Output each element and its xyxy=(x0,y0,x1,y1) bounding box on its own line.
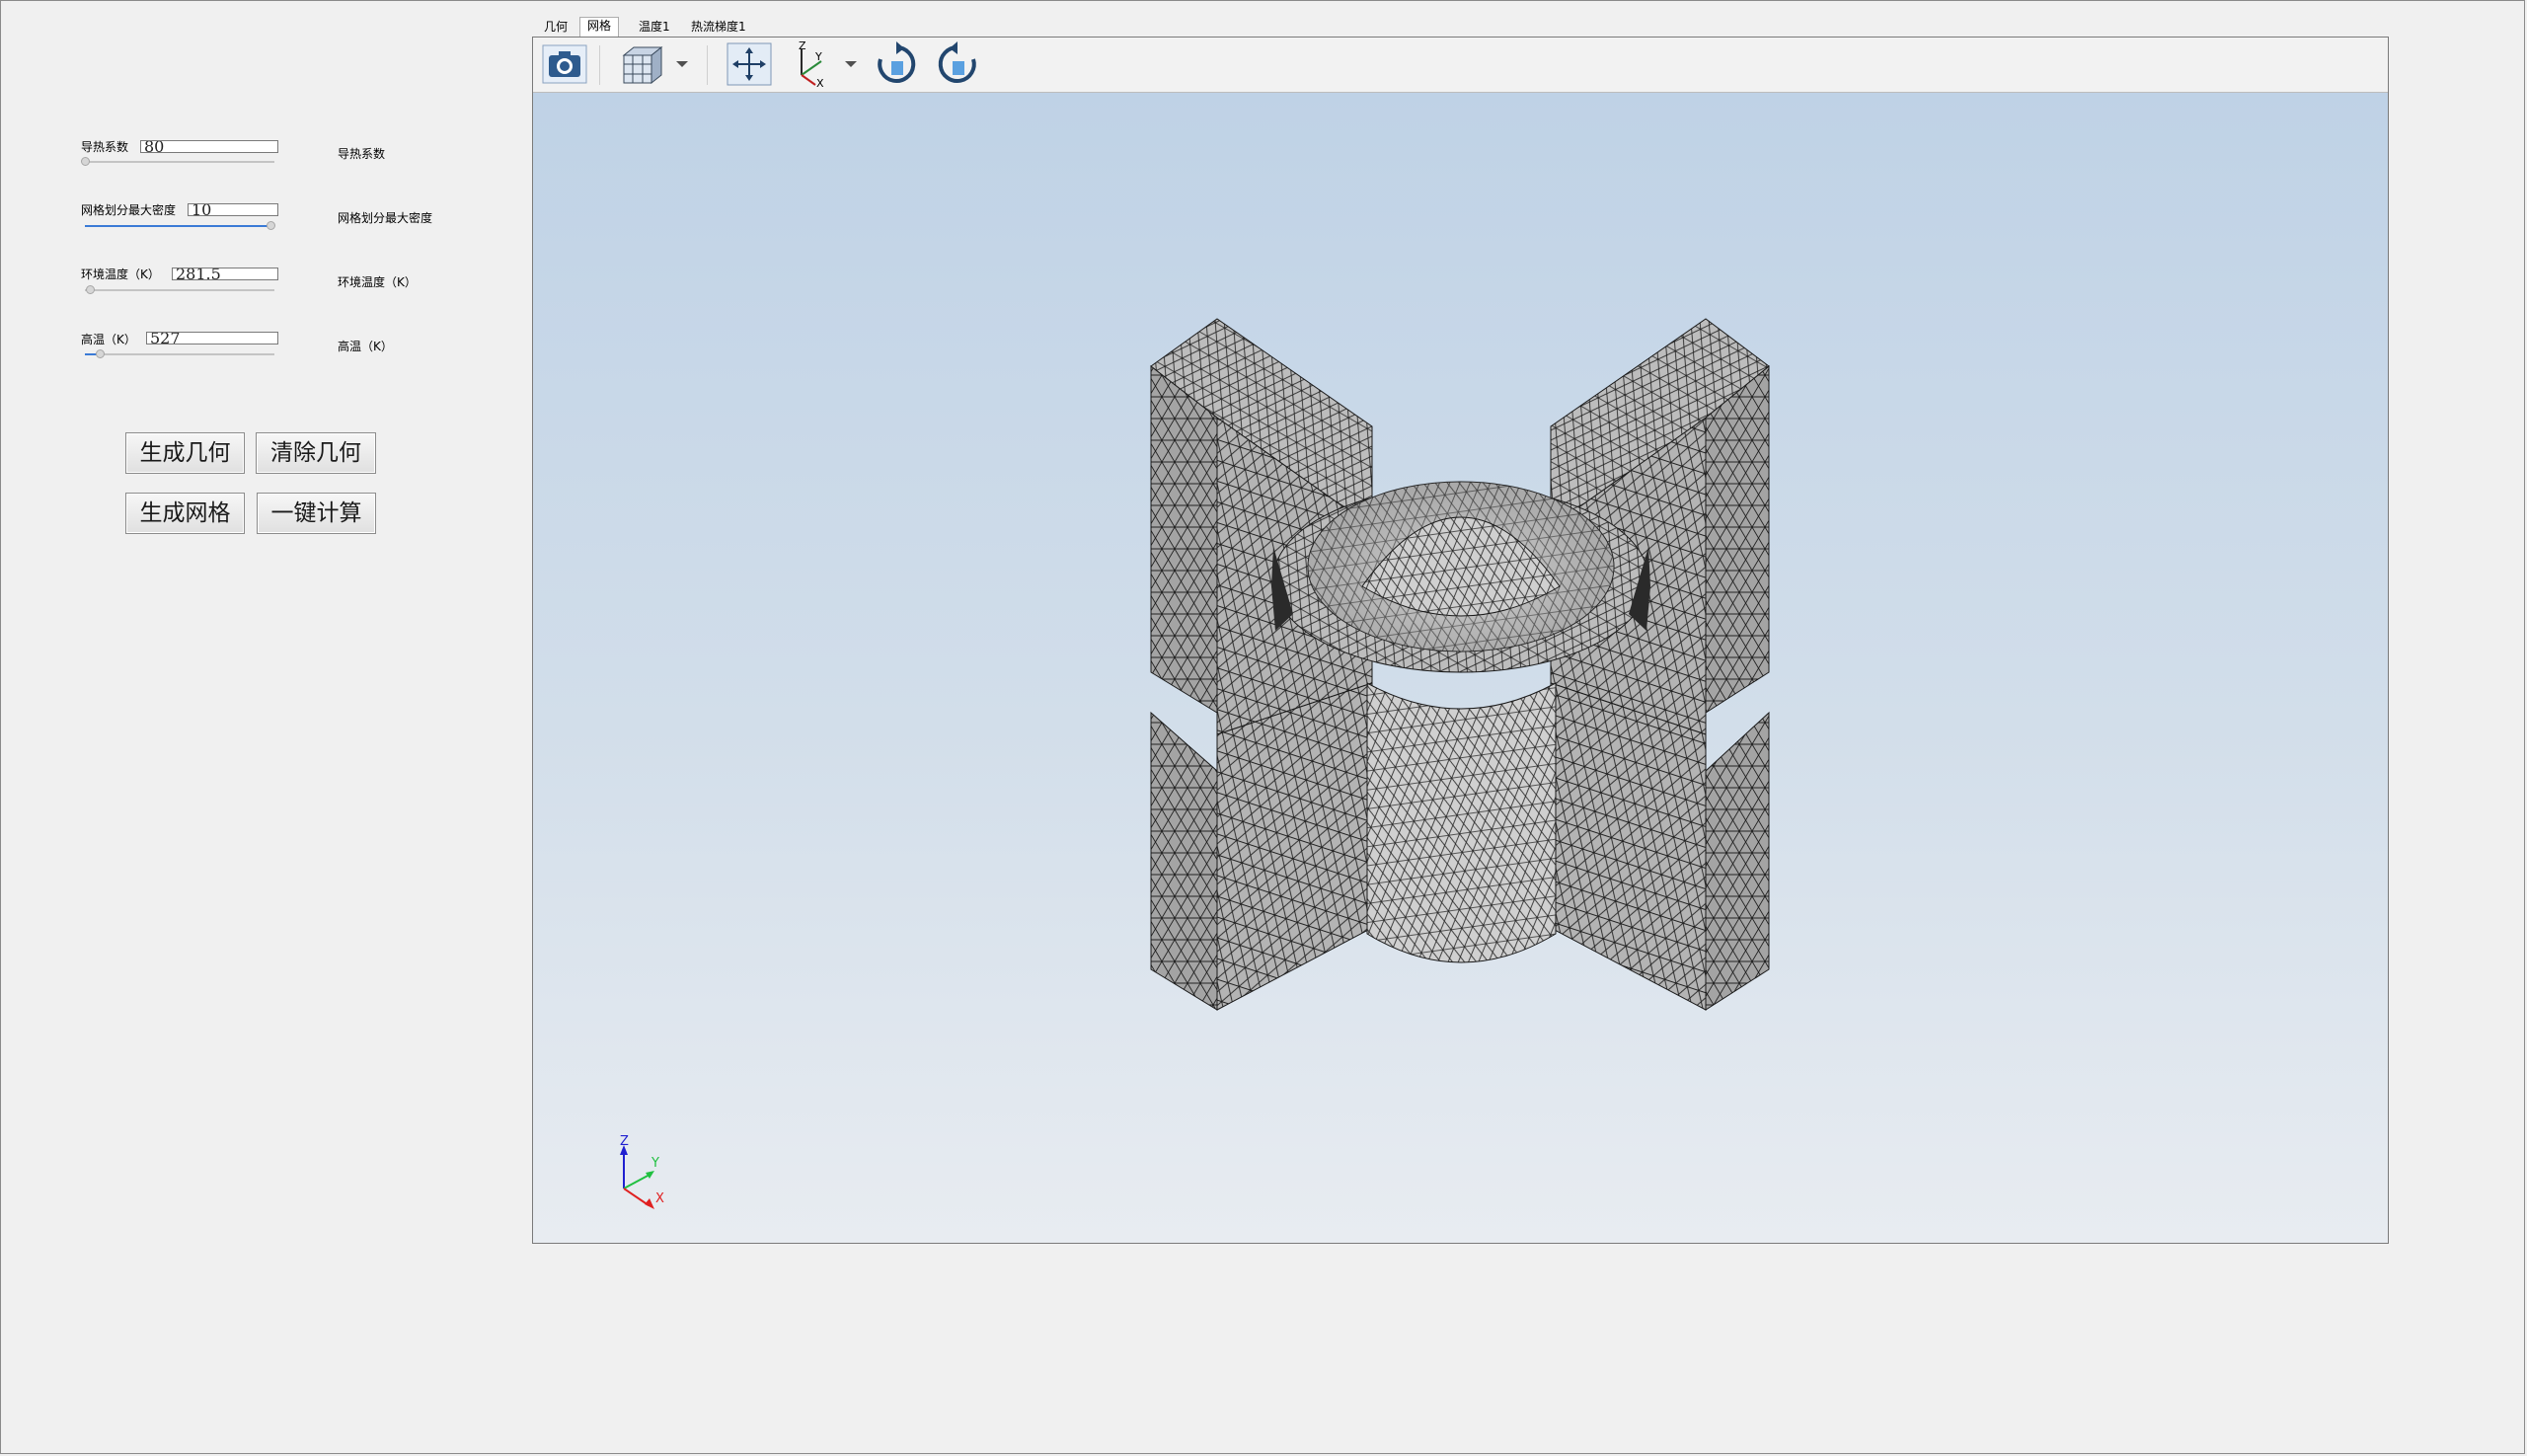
camera-icon xyxy=(542,44,587,84)
thermal-conductivity-side-label: 导热系数 xyxy=(338,147,386,161)
axes-orientation-icon: Z Y X xyxy=(799,39,824,89)
high-temperature-slider-handle[interactable] xyxy=(96,349,105,358)
svg-text:Z: Z xyxy=(799,39,806,52)
ambient-temperature-slider-track[interactable] xyxy=(85,289,274,291)
right-wing-lower-side-face xyxy=(1550,682,1707,1011)
high-temperature-slider-track[interactable] xyxy=(85,353,274,355)
fit-view-button[interactable] xyxy=(724,39,775,89)
view-cube-dropdown[interactable] xyxy=(674,56,690,72)
generate-geometry-button[interactable]: 生成几何 xyxy=(125,432,245,474)
mesh-density-slider-handle[interactable] xyxy=(267,221,275,230)
tab-geometry[interactable]: 几何 xyxy=(537,19,574,36)
ambient-temperature-label: 环境温度（K） xyxy=(81,268,160,281)
rotate-counterclockwise-icon xyxy=(938,41,976,83)
ambient-temperature-side-label: 环境温度（K） xyxy=(338,275,417,289)
fit-view-icon xyxy=(727,42,772,86)
one-click-compute-button[interactable]: 一键计算 xyxy=(257,493,376,534)
ambient-temperature-slider-handle[interactable] xyxy=(86,285,95,294)
view-toolbar: Z Y X xyxy=(533,38,2388,93)
left-wing-lower-side-face xyxy=(1216,682,1373,1011)
rotate-clockwise-icon xyxy=(878,41,916,83)
axes-orientation-dropdown[interactable] xyxy=(843,56,859,72)
left-wing-lower-outer-face xyxy=(1150,711,1218,1011)
chevron-down-icon xyxy=(845,61,857,67)
tab-mesh[interactable]: 网格 xyxy=(579,17,620,38)
rotate-clockwise-button[interactable] xyxy=(871,39,922,89)
tab-heat-flux-gradient-1[interactable]: 热流梯度1 xyxy=(684,19,753,36)
view-cube-button[interactable] xyxy=(616,39,667,89)
mesh-density-label: 网格划分最大密度 xyxy=(81,203,177,217)
thermal-conductivity-slider-handle[interactable] xyxy=(81,157,90,166)
view-cube-icon xyxy=(622,45,663,85)
mesh-render-area[interactable]: Z Y X xyxy=(533,93,2388,1243)
finite-element-mesh: Z Y X xyxy=(620,318,1770,1209)
generate-mesh-button[interactable]: 生成网格 xyxy=(125,493,245,534)
svg-text:X: X xyxy=(816,77,824,89)
svg-text:Y: Y xyxy=(814,50,822,63)
right-wing-upper-outer-face xyxy=(1705,364,1770,714)
rotate-counterclockwise-button[interactable] xyxy=(932,39,983,89)
thermal-conductivity-slider-track[interactable] xyxy=(85,161,274,163)
y-axis-label: Y xyxy=(651,1156,659,1171)
thermal-conductivity-input[interactable]: 80 xyxy=(140,140,278,153)
high-temperature-label: 高温（K） xyxy=(81,333,136,346)
graphics-viewport: Z Y X Z Y X xyxy=(532,37,2389,1244)
thermal-conductivity-label: 导热系数 xyxy=(81,140,129,154)
axis-triad: Z Y X xyxy=(620,1134,664,1209)
mesh-density-side-label: 网格划分最大密度 xyxy=(338,211,433,225)
high-temperature-input[interactable]: 527 xyxy=(146,332,278,345)
screenshot-button[interactable] xyxy=(539,39,590,89)
x-axis-label: X xyxy=(655,1191,664,1206)
right-wing-lower-outer-face xyxy=(1705,711,1770,1011)
axes-orientation-button[interactable]: Z Y X xyxy=(788,39,839,89)
clear-geometry-button[interactable]: 清除几何 xyxy=(256,432,376,474)
ambient-temperature-input[interactable]: 281.5 xyxy=(172,268,278,280)
high-temperature-side-label: 高温（K） xyxy=(338,340,393,353)
tab-temperature-1[interactable]: 温度1 xyxy=(632,19,677,36)
left-wing-upper-outer-face xyxy=(1150,364,1218,714)
mesh-density-slider-fill xyxy=(85,225,270,227)
chevron-down-icon xyxy=(676,61,688,67)
mesh-density-input[interactable]: 10 xyxy=(188,203,278,216)
z-axis-label: Z xyxy=(620,1134,629,1149)
central-cylinder-front-face xyxy=(1366,682,1557,963)
